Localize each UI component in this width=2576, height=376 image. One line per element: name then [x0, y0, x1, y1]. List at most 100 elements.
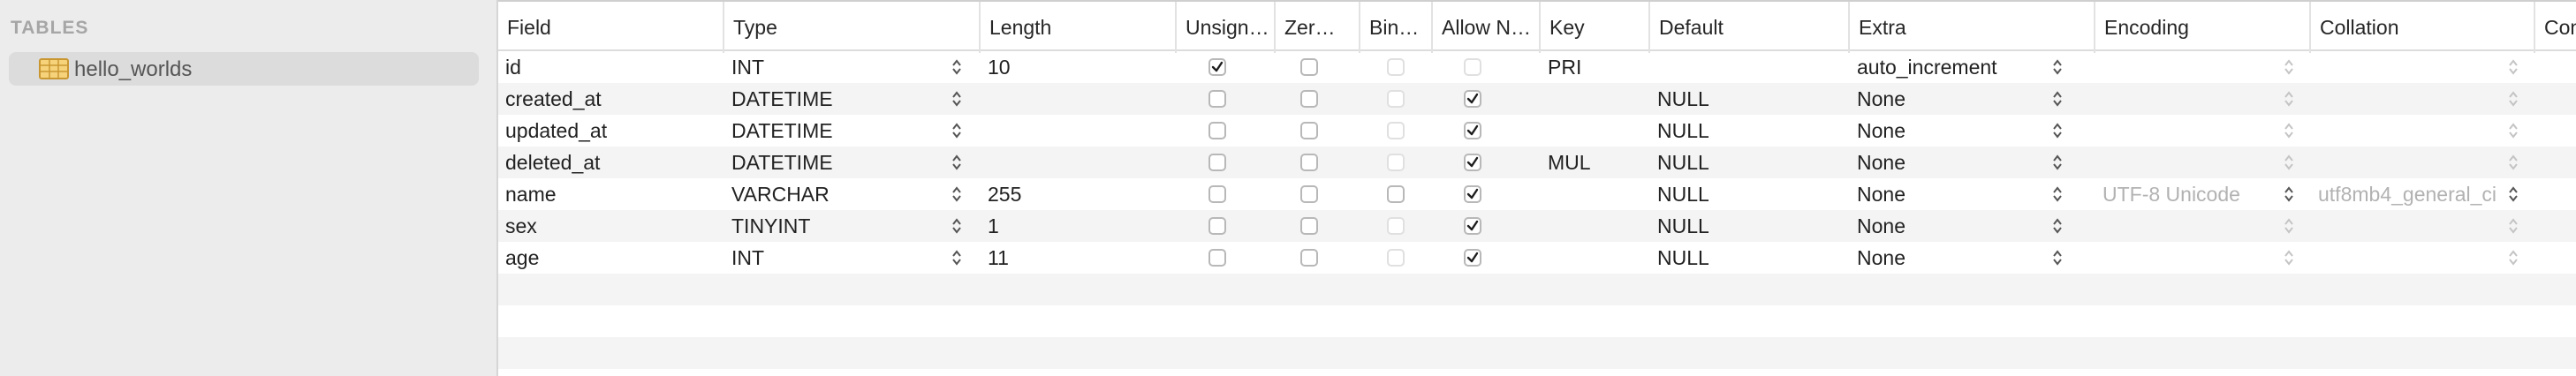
default-cell[interactable]: NULL [1650, 242, 1850, 274]
table-row[interactable]: sex TINYINT 1 NULL None [498, 210, 2576, 242]
table-row[interactable]: id INT 10 PRI auto_increment [498, 51, 2576, 83]
allow-null-checkbox[interactable] [1464, 122, 1481, 139]
allow-null-checkbox[interactable] [1464, 154, 1481, 171]
table-row[interactable]: deleted_at DATETIME MUL NULL None [498, 147, 2576, 178]
column-header-allow-null[interactable]: Allow N… [1433, 2, 1541, 53]
encoding-stepper-icon[interactable] [2284, 185, 2293, 203]
extra-stepper-icon[interactable] [2053, 90, 2062, 108]
zerofill-checkbox[interactable] [1300, 217, 1318, 235]
table-row[interactable]: name VARCHAR 255 NULL None UTF-8 Unicode utf8m… [498, 178, 2576, 210]
type-select[interactable]: INT [724, 51, 963, 83]
encoding-stepper-icon[interactable] [2284, 154, 2293, 171]
encoding-select[interactable] [2095, 83, 2293, 115]
unsigned-checkbox[interactable] [1208, 122, 1226, 139]
zerofill-checkbox[interactable] [1300, 185, 1318, 203]
type-stepper-icon[interactable] [952, 90, 961, 108]
encoding-stepper-icon[interactable] [2284, 122, 2293, 139]
extra-select[interactable]: None [1850, 242, 2078, 274]
field-name-cell[interactable]: deleted_at [498, 147, 724, 178]
type-stepper-icon[interactable] [952, 154, 961, 171]
column-header-length[interactable]: Length [981, 2, 1177, 53]
key-cell[interactable] [1541, 210, 1650, 242]
encoding-select[interactable] [2095, 210, 2293, 242]
encoding-select[interactable] [2095, 147, 2293, 178]
encoding-stepper-icon[interactable] [2284, 58, 2293, 76]
extra-select[interactable]: auto_increment [1850, 51, 2078, 83]
unsigned-checkbox[interactable] [1208, 58, 1226, 76]
encoding-select[interactable]: UTF-8 Unicode [2095, 178, 2293, 210]
column-header-binary[interactable]: Bin… [1360, 2, 1433, 53]
type-select[interactable]: DATETIME [724, 83, 963, 115]
column-header-comment[interactable]: Com [2535, 2, 2576, 53]
column-header-collation[interactable]: Collation [2311, 2, 2535, 53]
column-header-default[interactable]: Default [1650, 2, 1850, 53]
column-header-encoding[interactable]: Encoding [2095, 2, 2311, 53]
default-cell[interactable]: NULL [1650, 83, 1850, 115]
field-name-cell[interactable]: id [498, 51, 724, 83]
type-stepper-icon[interactable] [952, 58, 961, 76]
extra-select[interactable]: None [1850, 115, 2078, 147]
extra-stepper-icon[interactable] [2053, 122, 2062, 139]
encoding-select[interactable] [2095, 115, 2293, 147]
length-cell[interactable]: 1 [981, 210, 1177, 242]
type-select[interactable]: DATETIME [724, 115, 963, 147]
allow-null-checkbox[interactable] [1464, 217, 1481, 235]
default-cell[interactable]: NULL [1650, 178, 1850, 210]
extra-select[interactable]: None [1850, 147, 2078, 178]
field-name-cell[interactable]: age [498, 242, 724, 274]
unsigned-checkbox[interactable] [1208, 90, 1226, 108]
collation-stepper-icon[interactable] [2509, 90, 2518, 108]
length-cell[interactable] [981, 83, 1177, 115]
length-cell[interactable]: 11 [981, 242, 1177, 274]
encoding-select[interactable] [2095, 51, 2293, 83]
default-cell[interactable]: NULL [1650, 147, 1850, 178]
table-row[interactable]: age INT 11 NULL None [498, 242, 2576, 274]
allow-null-checkbox[interactable] [1464, 249, 1481, 267]
default-cell[interactable] [1650, 51, 1850, 83]
collation-select[interactable] [2311, 242, 2527, 274]
key-cell[interactable] [1541, 178, 1650, 210]
allow-null-checkbox[interactable] [1464, 58, 1481, 76]
binary-checkbox[interactable] [1387, 58, 1405, 76]
column-header-field[interactable]: Field [498, 2, 724, 53]
field-name-cell[interactable]: name [498, 178, 724, 210]
collation-stepper-icon[interactable] [2509, 122, 2518, 139]
collation-stepper-icon[interactable] [2509, 185, 2518, 203]
encoding-select[interactable] [2095, 242, 2293, 274]
unsigned-checkbox[interactable] [1208, 217, 1226, 235]
zerofill-checkbox[interactable] [1300, 122, 1318, 139]
length-cell[interactable] [981, 115, 1177, 147]
collation-select[interactable] [2311, 210, 2527, 242]
type-select[interactable]: VARCHAR [724, 178, 963, 210]
type-select[interactable]: DATETIME [724, 147, 963, 178]
binary-checkbox[interactable] [1387, 217, 1405, 235]
collation-select[interactable] [2311, 115, 2527, 147]
column-header-zerofill[interactable]: Zer… [1276, 2, 1360, 53]
zerofill-checkbox[interactable] [1300, 58, 1318, 76]
zerofill-checkbox[interactable] [1300, 154, 1318, 171]
binary-checkbox[interactable] [1387, 154, 1405, 171]
unsigned-checkbox[interactable] [1208, 185, 1226, 203]
field-name-cell[interactable]: created_at [498, 83, 724, 115]
table-row[interactable]: created_at DATETIME NULL None [498, 83, 2576, 115]
binary-checkbox[interactable] [1387, 249, 1405, 267]
extra-stepper-icon[interactable] [2053, 249, 2062, 267]
collation-stepper-icon[interactable] [2509, 154, 2518, 171]
zerofill-checkbox[interactable] [1300, 249, 1318, 267]
collation-stepper-icon[interactable] [2509, 249, 2518, 267]
type-stepper-icon[interactable] [952, 217, 961, 235]
column-header-extra[interactable]: Extra [1850, 2, 2095, 53]
encoding-stepper-icon[interactable] [2284, 90, 2293, 108]
collation-select[interactable] [2311, 147, 2527, 178]
extra-stepper-icon[interactable] [2053, 185, 2062, 203]
key-cell[interactable] [1541, 242, 1650, 274]
encoding-stepper-icon[interactable] [2284, 217, 2293, 235]
allow-null-checkbox[interactable] [1464, 90, 1481, 108]
extra-stepper-icon[interactable] [2053, 58, 2062, 76]
table-row[interactable]: updated_at DATETIME NULL None [498, 115, 2576, 147]
binary-checkbox[interactable] [1387, 122, 1405, 139]
type-stepper-icon[interactable] [952, 185, 961, 203]
key-cell[interactable]: MUL [1541, 147, 1650, 178]
column-header-key[interactable]: Key [1541, 2, 1650, 53]
length-cell[interactable]: 255 [981, 178, 1177, 210]
